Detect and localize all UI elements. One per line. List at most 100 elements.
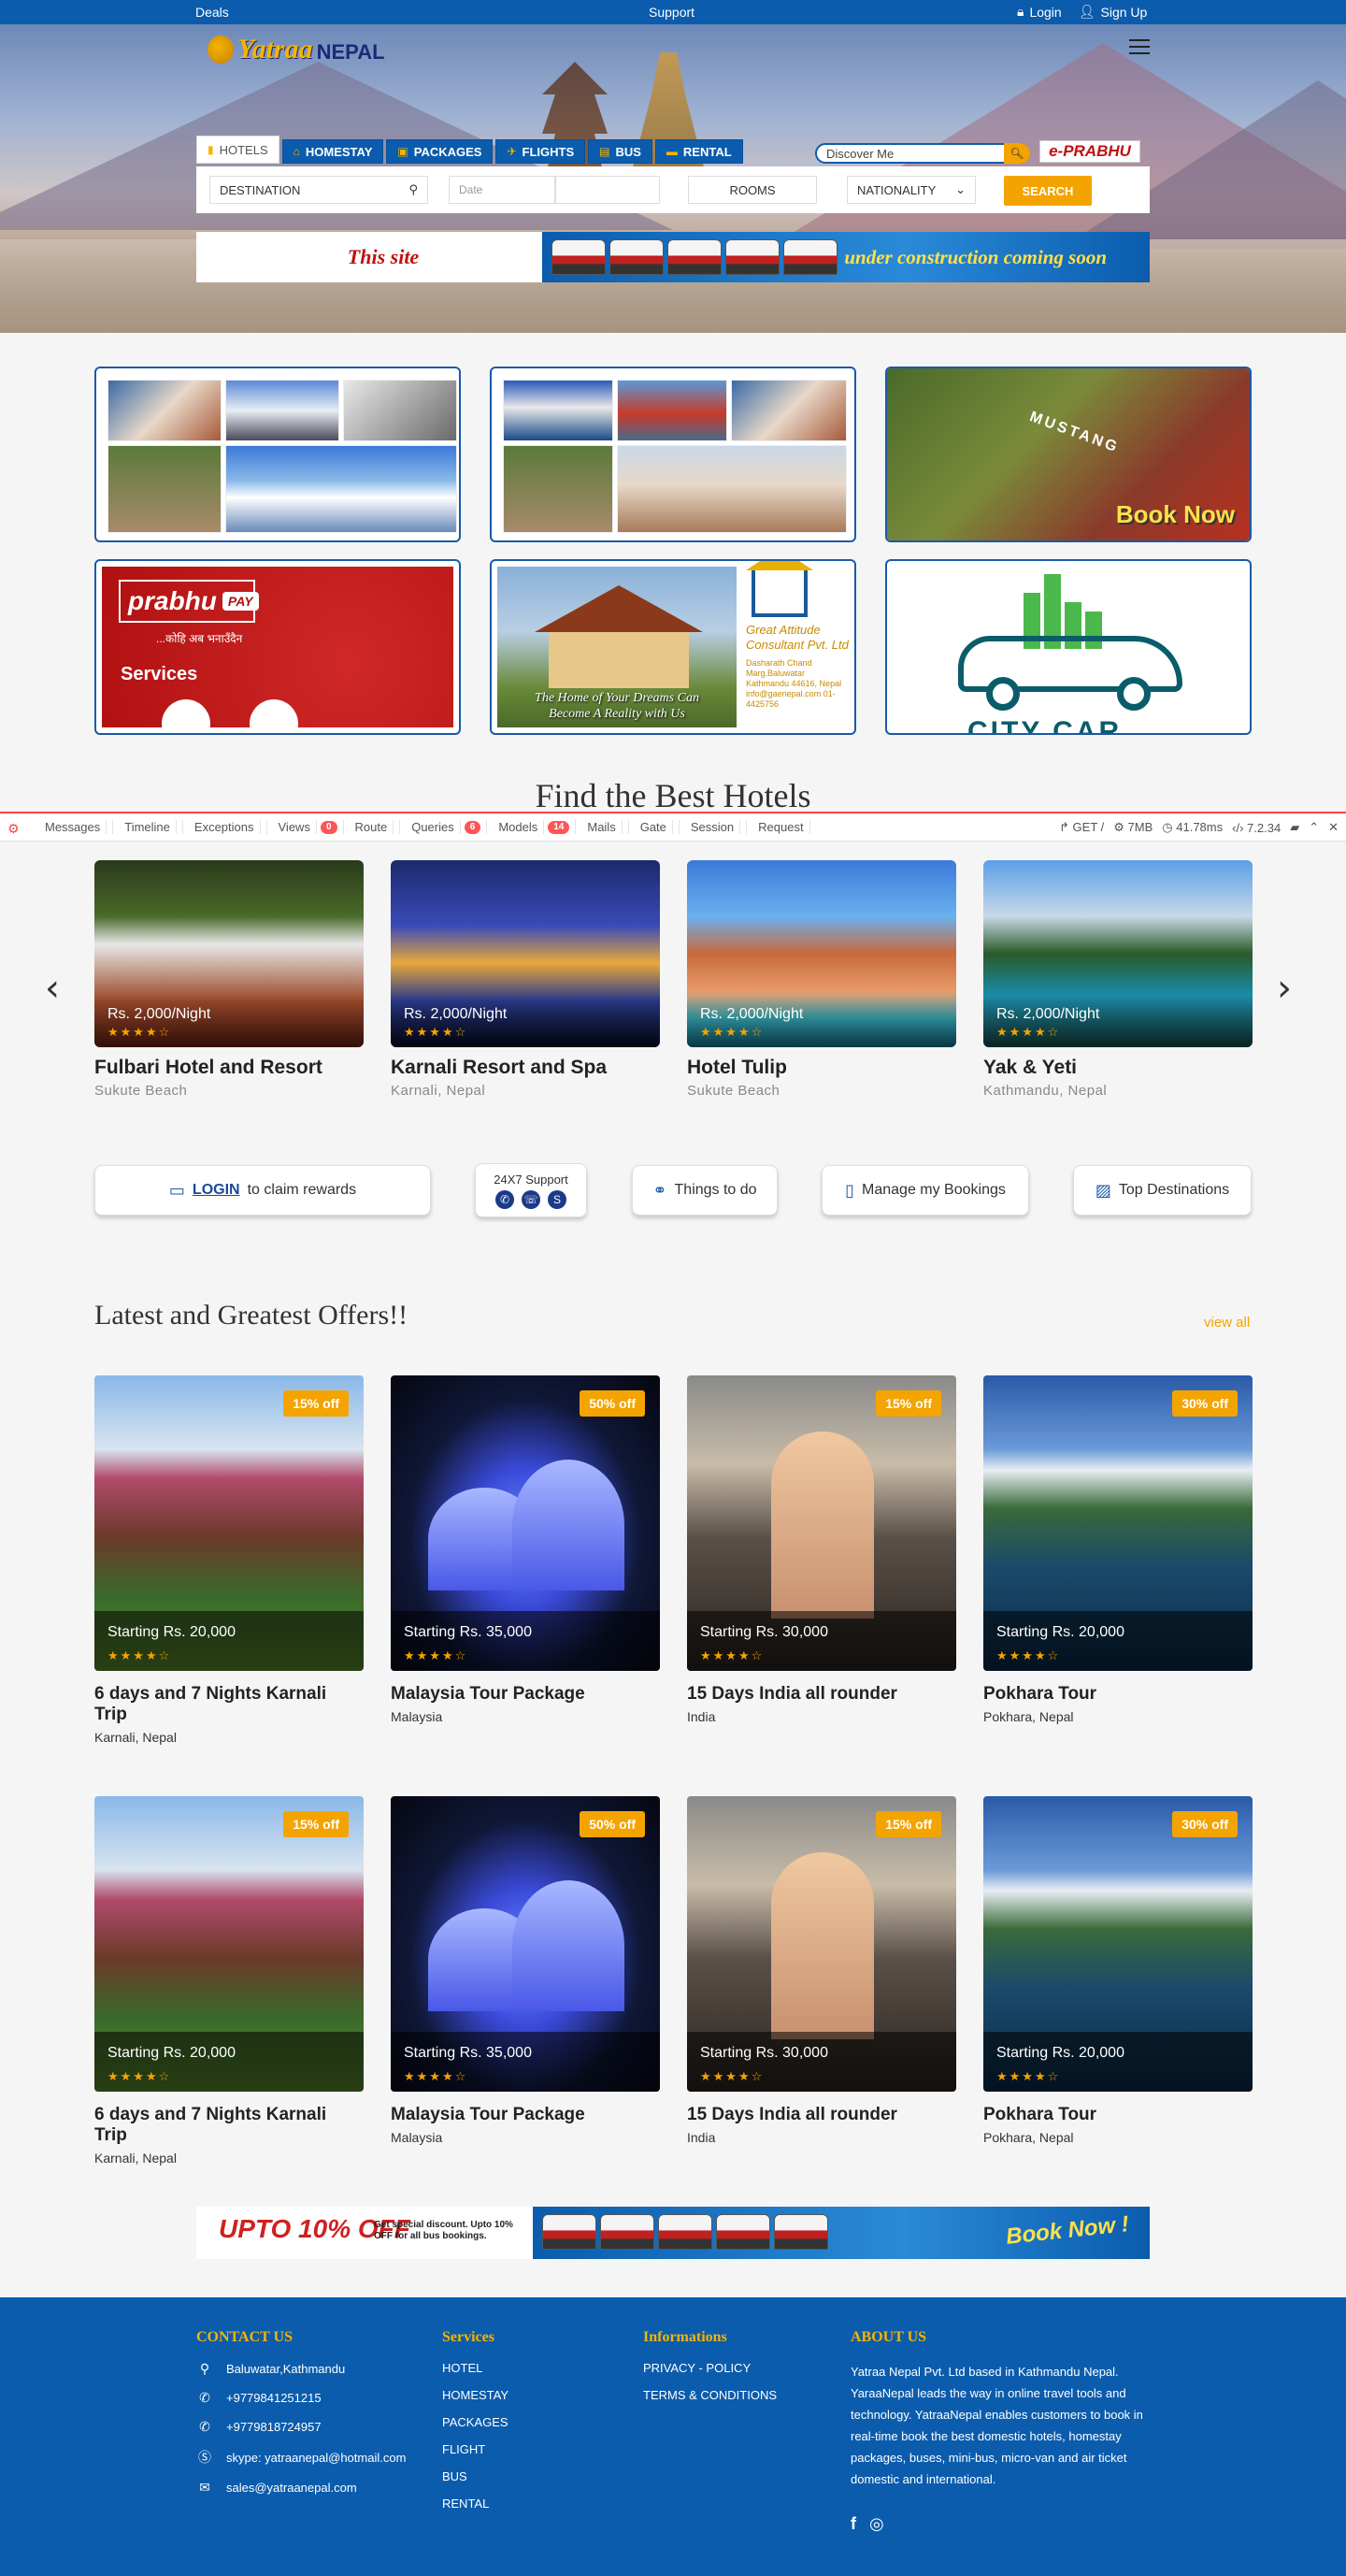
rooms-field[interactable]: ROOMS <box>688 176 817 204</box>
offer-name[interactable]: 6 days and 7 Nights Karnali Trip <box>94 1684 364 1725</box>
tab-bus[interactable]: ▤ BUS <box>588 139 652 164</box>
menu-toggle-icon[interactable] <box>1129 39 1150 54</box>
offer-name[interactable]: Malaysia Tour Package <box>391 2105 660 2125</box>
offer-name[interactable]: 15 Days India all rounder <box>687 2105 956 2125</box>
instagram-icon[interactable]: ◎ <box>869 2514 884 2534</box>
tab-hotels[interactable]: ▮ HOTELS <box>196 136 279 164</box>
hotel-name[interactable]: Yak & Yeti <box>983 1057 1253 1079</box>
offer-card[interactable]: 15% off Starting Rs. 20,000 ★★★★☆ 6 days… <box>94 1375 364 1745</box>
footer-phone[interactable]: ✆ +9779841251215 <box>196 2390 406 2406</box>
hotel-card[interactable]: Rs. 2,000/Night ★★★★☆ Karnali Resort and… <box>391 860 660 1099</box>
footer-service-link[interactable]: RENTAL <box>442 2497 508 2511</box>
footer-service-link[interactable]: HOMESTAY <box>442 2388 508 2402</box>
footer-service-link[interactable]: BUS <box>442 2469 508 2483</box>
footer-phone[interactable]: ✆ +9779818724957 <box>196 2419 406 2435</box>
offer-name[interactable]: Malaysia Tour Package <box>391 1684 660 1705</box>
destination-field[interactable]: DESTINATION ⚲ <box>209 176 428 204</box>
debug-tab-route[interactable]: Route <box>344 820 401 834</box>
debug-tab-messages[interactable]: Messages <box>34 820 114 834</box>
offer-card[interactable]: 15% off Starting Rs. 30,000 ★★★★☆ 15 Day… <box>687 1375 956 1724</box>
hotel-name[interactable]: Karnali Resort and Spa <box>391 1057 660 1079</box>
tab-rental[interactable]: ▬ RENTAL <box>654 139 743 164</box>
footer-service-link[interactable]: PACKAGES <box>442 2415 508 2429</box>
logo-mark-icon <box>208 36 234 64</box>
debug-tab-queries[interactable]: Queries 6 <box>400 820 488 834</box>
debug-tab-models[interactable]: Models 14 <box>487 820 577 834</box>
discover-search-input[interactable]: Discover Me 🔍︎ <box>815 143 1030 164</box>
offer-card[interactable]: 30% off Starting Rs. 20,000 ★★★★☆ Pokhar… <box>983 1375 1253 1724</box>
close-icon[interactable]: ✕ <box>1328 820 1339 835</box>
elephant-image <box>503 445 613 533</box>
offer-location: India <box>687 2130 716 2145</box>
login-link[interactable]: LOGIN <box>193 1182 240 1199</box>
search-icon[interactable]: 🔍︎ <box>1004 143 1030 164</box>
top-destinations-button[interactable]: ▨ Top Destinations <box>1073 1165 1252 1216</box>
footer-service-link[interactable]: FLIGHT <box>442 2442 508 2456</box>
viber-icon[interactable]: ☏ <box>522 1189 540 1209</box>
footer-service-link[interactable]: HOTEL <box>442 2361 508 2375</box>
offer-card[interactable]: 50% off Starting Rs. 35,000 ★★★★☆ Malays… <box>391 1796 660 2145</box>
support-button[interactable]: 24X7 Support ✆ ☏ S <box>475 1163 587 1217</box>
hotel-card[interactable]: Rs. 2,000/Night ★★★★☆ Yak & Yeti Kathman… <box>983 860 1253 1099</box>
hotel-name[interactable]: Fulbari Hotel and Resort <box>94 1057 364 1079</box>
offer-card[interactable]: 30% off Starting Rs. 20,000 ★★★★☆ Pokhar… <box>983 1796 1253 2145</box>
site-logo[interactable]: Yatraa NEPAL <box>208 34 385 65</box>
clock-icon: ◷ <box>1162 820 1173 834</box>
footer-email[interactable]: ✉ sales@yatraanepal.com <box>196 2480 406 2496</box>
things-to-do-button[interactable]: ⚭ Things to do <box>632 1165 778 1216</box>
privacy-policy-link[interactable]: PRIVACY - POLICY <box>643 2361 777 2375</box>
offer-name[interactable]: Pokhara Tour <box>983 2105 1253 2125</box>
deals-link[interactable]: Deals <box>195 5 229 20</box>
promo-mustang[interactable]: MUSTANG Book Now <box>885 367 1252 542</box>
debug-tab-request[interactable]: Request <box>747 820 815 834</box>
terms-link[interactable]: TERMS & CONDITIONS <box>643 2388 777 2402</box>
hotel-name[interactable]: Hotel Tulip <box>687 1057 956 1079</box>
rafting-image <box>107 380 222 441</box>
debug-tab-views[interactable]: Views 0 <box>267 820 344 834</box>
offer-name[interactable]: Pokhara Tour <box>983 1684 1253 1705</box>
carousel-prev-icon[interactable]: ‹ <box>45 967 60 1010</box>
bus-discount-banner[interactable]: UPTO 10% OFF Get special discount. Upto … <box>196 2207 1150 2259</box>
debug-tab-gate[interactable]: Gate <box>629 820 680 834</box>
offer-card[interactable]: 15% off Starting Rs. 30,000 ★★★★☆ 15 Day… <box>687 1796 956 2145</box>
footer-skype[interactable]: Ⓢskype: yatraanepal@hotmail.com <box>196 2448 406 2467</box>
debug-tab-session[interactable]: Session <box>680 820 748 834</box>
promo-adventure[interactable] <box>94 367 461 542</box>
skype-icon[interactable]: S <box>548 1189 566 1209</box>
signup-link[interactable]: 👤︎ Sign Up <box>1079 4 1148 20</box>
promo-destinations[interactable] <box>490 367 856 542</box>
offer-name[interactable]: 15 Days India all rounder <box>687 1684 956 1705</box>
eprabhu-logo[interactable]: e-PRABHU <box>1039 140 1140 163</box>
tab-packages[interactable]: ▣ PACKAGES <box>386 139 494 164</box>
login-link[interactable]: 🔒︎ Login <box>1017 4 1062 20</box>
hotel-card[interactable]: Rs. 2,000/Night ★★★★☆ Hotel Tulip Sukute… <box>687 860 956 1099</box>
search-button[interactable]: SEARCH <box>1004 176 1092 206</box>
laravel-icon[interactable]: ⚙︎ <box>7 821 24 836</box>
support-link[interactable]: Support <box>649 5 694 20</box>
checkout-date-field[interactable] <box>555 176 660 204</box>
view-all-link[interactable]: view all <box>1204 1315 1250 1331</box>
debug-tab-exceptions[interactable]: Exceptions <box>183 820 267 834</box>
manage-bookings-button[interactable]: ▯ Manage my Bookings <box>822 1165 1029 1216</box>
phone-icon[interactable]: ✆ <box>495 1189 514 1209</box>
promo-city-car[interactable]: CITY CAR <box>885 559 1252 735</box>
tab-flights[interactable]: ✈︎ FLIGHTS <box>495 139 586 164</box>
checkin-date-field[interactable]: Date <box>449 176 555 204</box>
facebook-icon[interactable]: f <box>851 2514 856 2534</box>
debug-tab-timeline[interactable]: Timeline <box>113 820 183 834</box>
folder-icon[interactable]: ▰ <box>1290 820 1299 835</box>
login-rewards-button[interactable]: ▭ LOGIN to claim rewards <box>94 1165 431 1216</box>
debug-tab-mails[interactable]: Mails <box>576 820 629 834</box>
carousel-next-icon[interactable]: › <box>1277 967 1292 1010</box>
nationality-select[interactable]: NATIONALITY ⌄ <box>847 176 976 204</box>
chevron-down-icon: ⌄ <box>955 182 966 196</box>
offer-name[interactable]: 6 days and 7 Nights Karnali Trip <box>94 2105 364 2146</box>
footer-address: ⚲ Baluwatar,Kathmandu <box>196 2361 406 2377</box>
chevron-up-icon[interactable]: ⌃ <box>1309 820 1319 835</box>
offer-card[interactable]: 50% off Starting Rs. 35,000 ★★★★☆ Malays… <box>391 1375 660 1724</box>
offer-card[interactable]: 15% off Starting Rs. 20,000 ★★★★☆ 6 days… <box>94 1796 364 2166</box>
promo-great-attitude[interactable]: The Home of Your Dreams Can Become A Rea… <box>490 559 856 735</box>
promo-prabhu-pay[interactable]: prabhu PAY ...कोहि अब भनाउँदैन Services <box>94 559 461 735</box>
hotel-card[interactable]: Rs. 2,000/Night ★★★★☆ Fulbari Hotel and … <box>94 860 364 1099</box>
tab-homestay[interactable]: ⌂ HOMESTAY <box>281 139 384 164</box>
